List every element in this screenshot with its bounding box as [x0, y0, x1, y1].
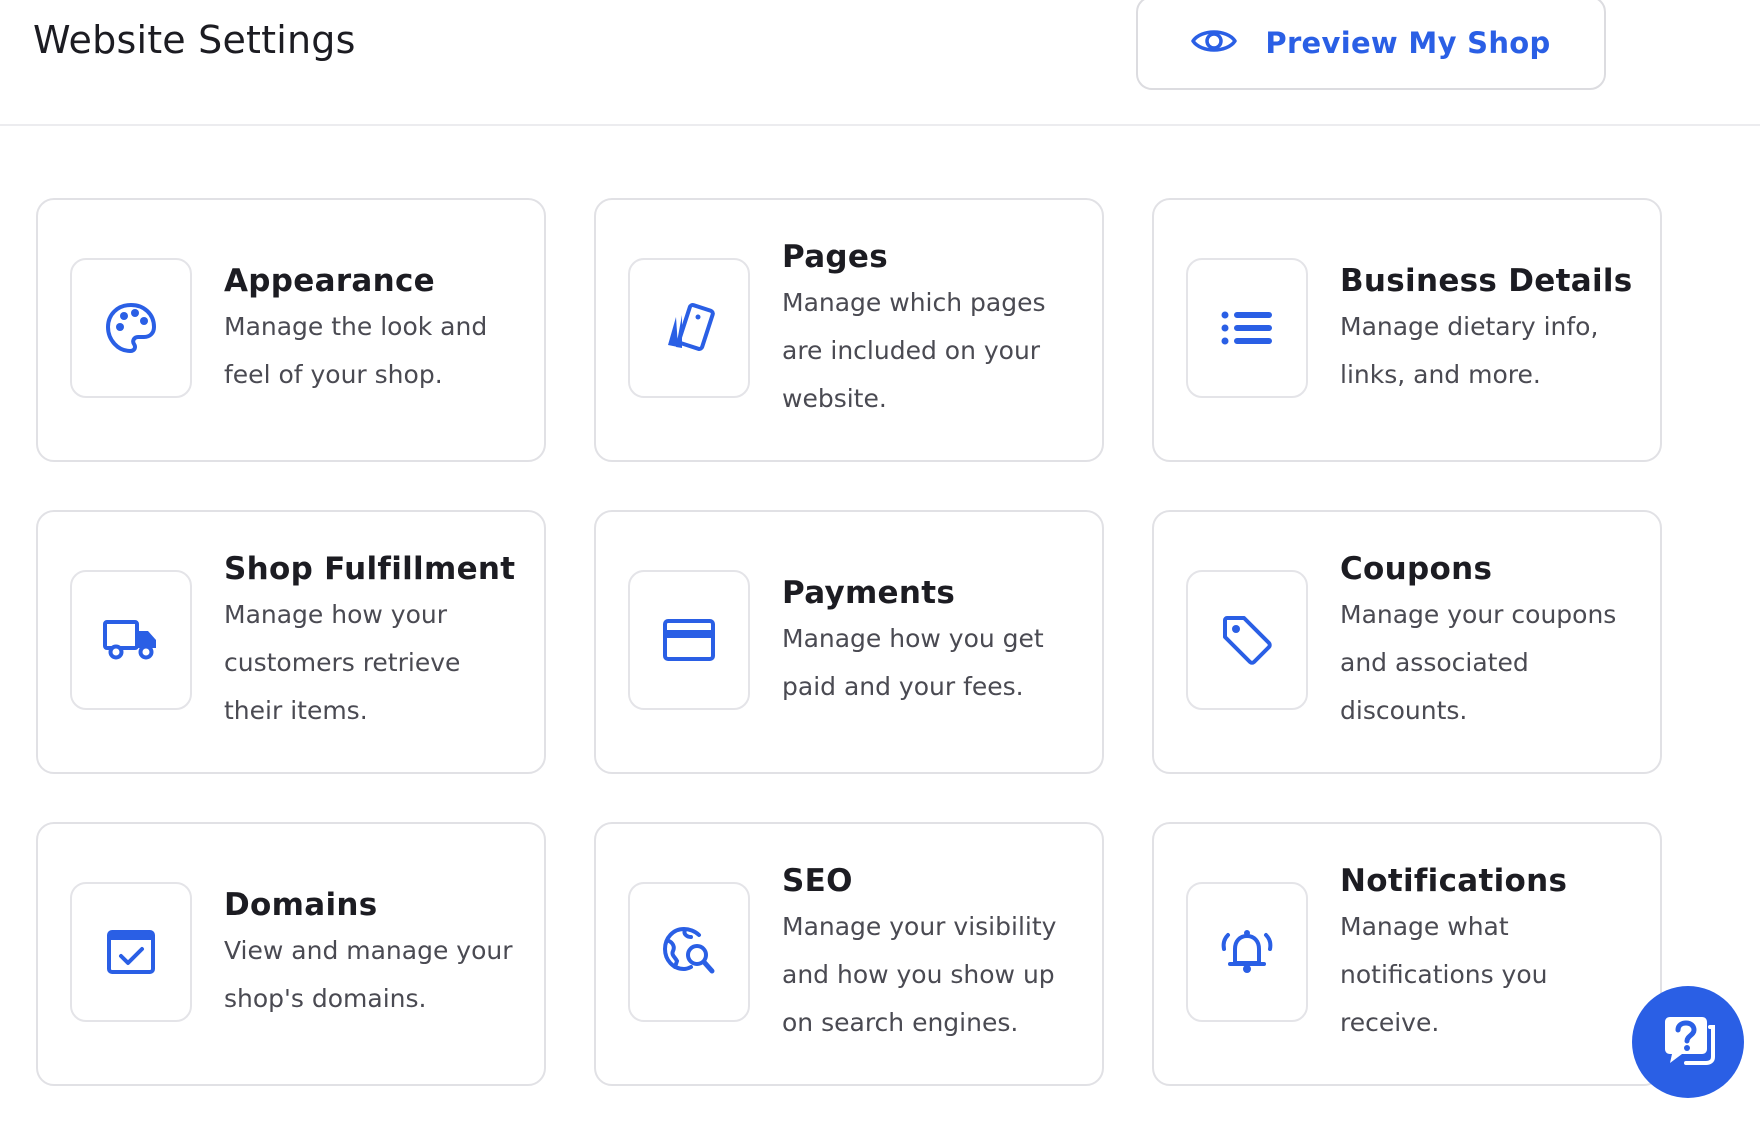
settings-card-appearance[interactable]: Appearance Manage the look and feel of y…	[36, 198, 546, 462]
card-title: Notifications	[1340, 863, 1568, 899]
eye-icon	[1191, 26, 1238, 60]
preview-shop-button[interactable]: Preview My Shop	[1136, 0, 1606, 90]
settings-card-seo[interactable]: SEO Manage your visibility and how you s…	[594, 822, 1104, 1086]
bell-icon	[1186, 882, 1308, 1022]
page-title: Website Settings	[33, 18, 356, 62]
card-title: Payments	[782, 575, 956, 611]
card-title: Pages	[782, 239, 888, 275]
settings-card-payments[interactable]: Payments Manage how you get paid and you…	[594, 510, 1104, 774]
card-description: View and manage your shop's domains.	[224, 936, 513, 1013]
card-description: Manage the look and feel of your shop.	[224, 312, 488, 389]
card-description: Manage your visibility and how you show …	[782, 912, 1057, 1037]
card-title: Domains	[224, 887, 378, 923]
card-description: Manage your coupons and associated disco…	[1340, 600, 1617, 725]
card-description: Manage how you get paid and your fees.	[782, 624, 1044, 701]
list-icon	[1186, 258, 1308, 398]
pages-icon	[628, 258, 750, 398]
settings-card-notifications[interactable]: Notifications Manage what notifications …	[1152, 822, 1662, 1086]
card-description: Manage what notifications you receive.	[1340, 912, 1548, 1037]
card-title: Shop Fulfillment	[224, 551, 516, 587]
help-chat-icon	[1658, 1011, 1718, 1073]
card-title: SEO	[782, 863, 853, 899]
globe-search-icon	[628, 882, 750, 1022]
settings-card-domains[interactable]: Domains View and manage your shop's doma…	[36, 822, 546, 1086]
card-description: Manage dietary info, links, and more.	[1340, 312, 1599, 389]
preview-shop-label: Preview My Shop	[1265, 26, 1551, 60]
card-description: Manage which pages are included on your …	[782, 288, 1046, 413]
credit-card-icon	[628, 570, 750, 710]
settings-card-shop-fulfillment[interactable]: Shop Fulfillment Manage how your custome…	[36, 510, 546, 774]
settings-grid: Appearance Manage the look and feel of y…	[36, 198, 1662, 1086]
page-header: Website Settings Preview My Shop	[0, 0, 1760, 126]
card-title: Coupons	[1340, 551, 1493, 587]
card-description: Manage how your customers retrieve their…	[224, 600, 461, 725]
browser-check-icon	[70, 882, 192, 1022]
card-title: Business Details	[1340, 263, 1633, 299]
settings-card-business-details[interactable]: Business Details Manage dietary info, li…	[1152, 198, 1662, 462]
help-chat-button[interactable]	[1632, 986, 1744, 1098]
truck-icon	[70, 570, 192, 710]
tag-icon	[1186, 570, 1308, 710]
settings-card-pages[interactable]: Pages Manage which pages are included on…	[594, 198, 1104, 462]
card-title: Appearance	[224, 263, 435, 299]
settings-card-coupons[interactable]: Coupons Manage your coupons and associat…	[1152, 510, 1662, 774]
palette-icon	[70, 258, 192, 398]
